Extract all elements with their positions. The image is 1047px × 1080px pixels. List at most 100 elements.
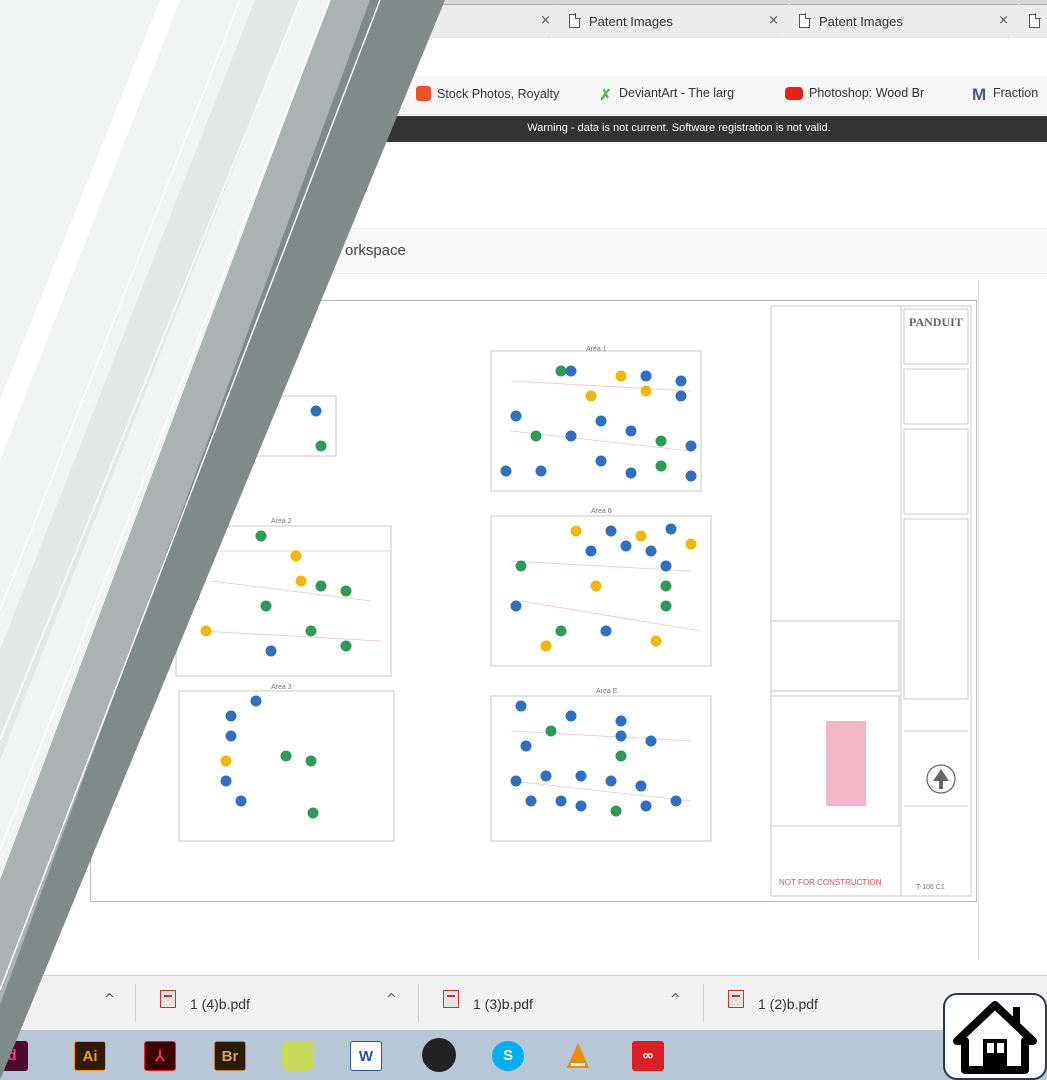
access-point-marker[interactable]	[615, 715, 627, 727]
access-point-marker[interactable]	[555, 365, 567, 377]
access-point-marker[interactable]	[295, 575, 307, 587]
access-point-marker[interactable]	[685, 470, 697, 482]
access-point-marker[interactable]	[615, 370, 627, 382]
close-tab-icon[interactable]: ×	[540, 13, 551, 28]
download-item[interactable]: 1 (3)b.pdf	[443, 976, 683, 1031]
drawing-viewer[interactable]: Area 1 Area 2 Area 3 Area 6 Area E PANDU…	[90, 300, 977, 902]
access-point-marker[interactable]	[260, 600, 272, 612]
access-point-marker[interactable]	[585, 390, 597, 402]
access-point-marker[interactable]	[535, 465, 547, 477]
download-item[interactable]: 1 (4)b.pdf	[160, 976, 400, 1031]
access-point-marker[interactable]	[540, 770, 552, 782]
access-point-marker[interactable]	[645, 545, 657, 557]
access-point-marker[interactable]	[200, 625, 212, 637]
access-point-marker[interactable]	[250, 695, 262, 707]
access-point-marker[interactable]	[625, 467, 637, 479]
access-point-marker[interactable]	[625, 425, 637, 437]
access-point-marker[interactable]	[305, 755, 317, 767]
access-point-marker[interactable]	[340, 585, 352, 597]
access-point-marker[interactable]	[570, 525, 582, 537]
taskbar-acrobat[interactable]: ⅄	[140, 1035, 180, 1075]
browser-tab[interactable]: Patent Images ×	[778, 4, 1030, 39]
taskbar-word[interactable]: W	[346, 1035, 386, 1075]
download-menu-caret[interactable]: ^	[670, 992, 681, 1007]
access-point-marker[interactable]	[225, 710, 237, 722]
bookmark-stock-photos[interactable]: Stock Photos, Royalty	[416, 86, 559, 101]
access-point-marker[interactable]	[290, 550, 302, 562]
access-point-marker[interactable]	[515, 700, 527, 712]
bookmark-photoshop-wood[interactable]: Photoshop: Wood Br	[785, 86, 924, 100]
access-point-marker[interactable]	[520, 740, 532, 752]
browser-tab[interactable]: ×	[370, 4, 572, 39]
download-item[interactable]: 1 (2)b.pdf	[728, 976, 968, 1031]
access-point-marker[interactable]	[315, 440, 327, 452]
access-point-marker[interactable]	[310, 405, 322, 417]
taskbar-skype[interactable]: S	[488, 1035, 528, 1075]
access-point-marker[interactable]	[610, 805, 622, 817]
access-point-marker[interactable]	[525, 795, 537, 807]
taskbar-illustrator[interactable]: Ai	[70, 1035, 110, 1075]
access-point-marker[interactable]	[515, 560, 527, 572]
access-point-marker[interactable]	[595, 415, 607, 427]
access-point-marker[interactable]	[235, 795, 247, 807]
taskbar-sketchbook[interactable]	[278, 1035, 318, 1075]
access-point-marker[interactable]	[615, 730, 627, 742]
access-point-marker[interactable]	[635, 780, 647, 792]
home-button[interactable]	[943, 993, 1047, 1080]
access-point-marker[interactable]	[605, 525, 617, 537]
access-point-marker[interactable]	[225, 730, 237, 742]
access-point-marker[interactable]	[565, 710, 577, 722]
access-point-marker[interactable]	[220, 775, 232, 787]
access-point-marker[interactable]	[510, 600, 522, 612]
access-point-marker[interactable]	[600, 625, 612, 637]
access-point-marker[interactable]	[655, 435, 667, 447]
access-point-marker[interactable]	[340, 640, 352, 652]
access-point-marker[interactable]	[265, 645, 277, 657]
access-point-marker[interactable]	[605, 775, 617, 787]
access-point-marker[interactable]	[615, 750, 627, 762]
taskbar-vlc[interactable]	[558, 1035, 598, 1075]
close-tab-icon[interactable]: ×	[998, 13, 1009, 28]
access-point-marker[interactable]	[660, 580, 672, 592]
close-tab-icon[interactable]: ×	[768, 13, 779, 28]
access-point-marker[interactable]	[510, 410, 522, 422]
access-point-marker[interactable]	[255, 530, 267, 542]
access-point-marker[interactable]	[500, 465, 512, 477]
access-point-marker[interactable]	[685, 538, 697, 550]
access-point-marker[interactable]	[590, 580, 602, 592]
download-menu-caret[interactable]: ^	[104, 992, 115, 1007]
access-point-marker[interactable]	[620, 540, 632, 552]
access-point-marker[interactable]	[540, 640, 552, 652]
access-point-marker[interactable]	[575, 800, 587, 812]
access-point-marker[interactable]	[640, 370, 652, 382]
access-point-marker[interactable]	[280, 750, 292, 762]
access-point-marker[interactable]	[305, 625, 317, 637]
access-point-marker[interactable]	[545, 725, 557, 737]
taskbar-media[interactable]	[418, 1035, 458, 1075]
access-point-marker[interactable]	[307, 807, 319, 819]
access-point-marker[interactable]	[660, 600, 672, 612]
taskbar-bridge[interactable]: Br	[210, 1035, 250, 1075]
access-point-marker[interactable]	[315, 580, 327, 592]
access-point-marker[interactable]	[655, 460, 667, 472]
access-point-marker[interactable]	[220, 755, 232, 767]
access-point-marker[interactable]	[650, 635, 662, 647]
taskbar-creative-cloud[interactable]: ∞	[628, 1035, 668, 1075]
access-point-marker[interactable]	[685, 440, 697, 452]
access-point-marker[interactable]	[640, 800, 652, 812]
access-point-marker[interactable]	[555, 625, 567, 637]
access-point-marker[interactable]	[530, 430, 542, 442]
access-point-marker[interactable]	[640, 385, 652, 397]
access-point-marker[interactable]	[565, 365, 577, 377]
bookmark-deviantart[interactable]: ✗ DeviantArt - The larg	[598, 86, 734, 103]
bookmark-fraction[interactable]: M Fraction	[972, 86, 1038, 103]
access-point-marker[interactable]	[595, 455, 607, 467]
access-point-marker[interactable]	[665, 523, 677, 535]
address-bar[interactable]	[0, 38, 1047, 77]
access-point-marker[interactable]	[660, 560, 672, 572]
access-point-marker[interactable]	[585, 545, 597, 557]
access-point-marker[interactable]	[555, 795, 567, 807]
taskbar-indesign[interactable]: d	[0, 1035, 32, 1075]
access-point-marker[interactable]	[675, 375, 687, 387]
access-point-marker[interactable]	[670, 795, 682, 807]
